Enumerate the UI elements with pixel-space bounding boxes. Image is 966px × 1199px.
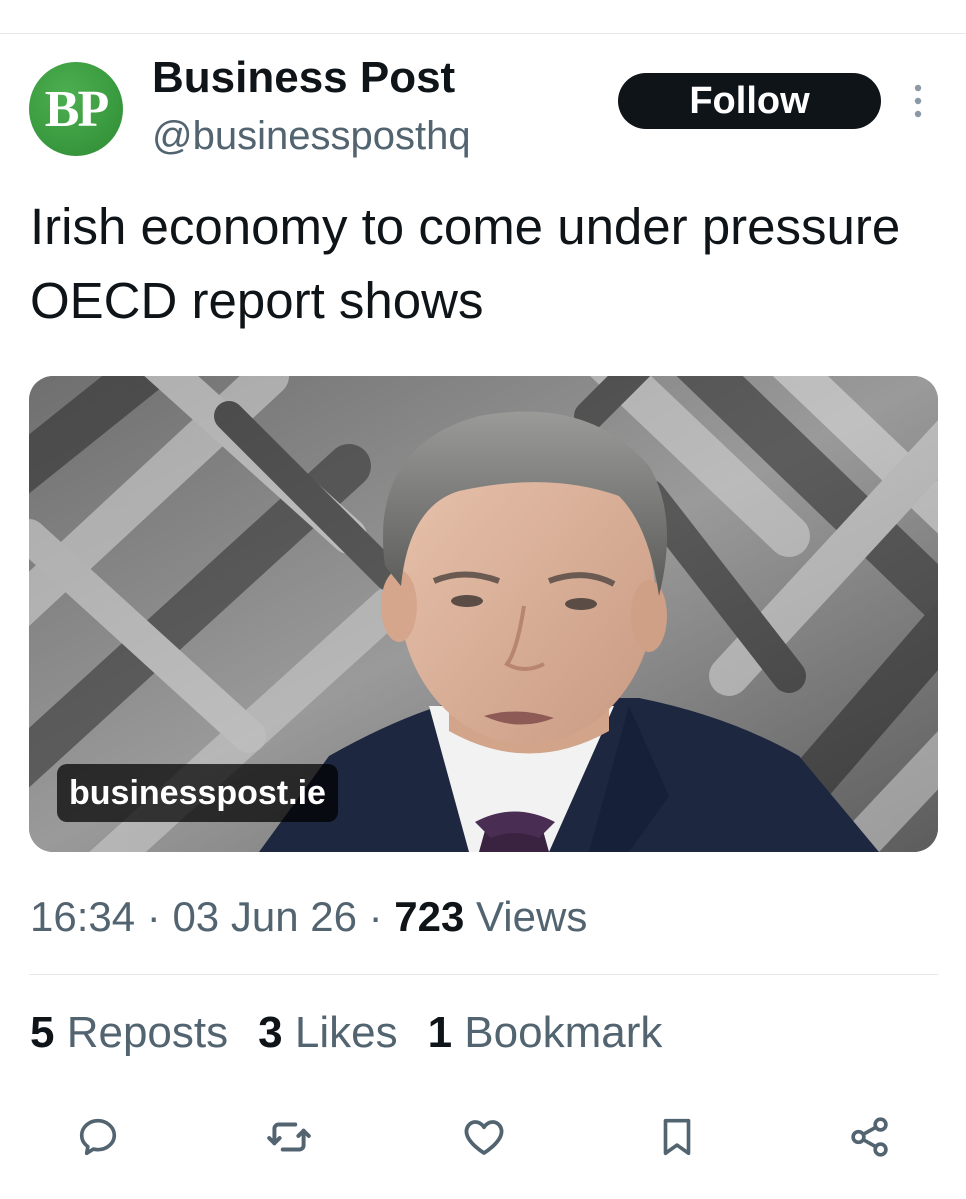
more-options-icon[interactable] xyxy=(906,82,930,122)
tweet-time[interactable]: 16:34 xyxy=(30,893,135,940)
avatar[interactable]: BP xyxy=(29,62,123,156)
share-icon[interactable] xyxy=(845,1112,895,1162)
reposts-count: 5 xyxy=(30,1008,55,1057)
reposts-stat[interactable]: 5 Reposts xyxy=(30,1005,228,1061)
likes-stat[interactable]: 3 Likes xyxy=(258,1005,397,1061)
tweet-metadata: 16:34 · 03 Jun 26 · 723 Views xyxy=(30,890,587,944)
media-image[interactable]: businesspost.ie xyxy=(29,376,938,852)
bookmarks-label: Bookmark xyxy=(464,1008,663,1057)
reply-icon[interactable] xyxy=(73,1112,123,1162)
author-display-name[interactable]: Business Post xyxy=(152,52,455,104)
likes-count: 3 xyxy=(258,1008,283,1057)
bookmarks-count: 1 xyxy=(427,1008,453,1057)
meta-separator: · xyxy=(146,893,161,940)
like-icon[interactable] xyxy=(459,1112,509,1162)
views-label: Views xyxy=(476,893,588,940)
bookmarks-stat[interactable]: 1 Bookmark xyxy=(428,1005,663,1061)
likes-label: Likes xyxy=(294,1008,398,1057)
engagement-stats: 5 Reposts 3 Likes 1 Bookmark xyxy=(30,1005,692,1061)
stats-divider xyxy=(29,974,938,975)
author-handle[interactable]: @businessposthq xyxy=(152,112,471,160)
tweet-date[interactable]: 03 Jun 26 xyxy=(172,893,357,940)
reposts-label: Reposts xyxy=(66,1008,229,1057)
follow-button[interactable]: Follow xyxy=(618,73,881,129)
meta-separator: · xyxy=(368,893,383,940)
bookmark-icon[interactable] xyxy=(652,1112,702,1162)
avatar-logo-text: BP xyxy=(44,81,109,138)
top-divider xyxy=(0,33,966,34)
link-domain-badge: businesspost.ie xyxy=(57,764,338,822)
views-count: 723 xyxy=(394,893,465,940)
repost-icon[interactable] xyxy=(264,1112,314,1162)
tweet-text: Irish economy to come under pressure OEC… xyxy=(30,198,901,329)
